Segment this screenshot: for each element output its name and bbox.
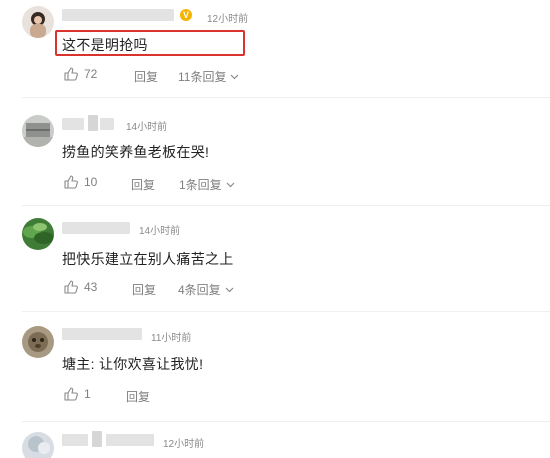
avatar[interactable] (22, 432, 54, 458)
reply-button[interactable]: 回复 (132, 281, 156, 298)
thumbs-up-icon (64, 67, 78, 81)
like-count: 1 (84, 387, 91, 401)
view-replies-button[interactable]: 11条回复 (178, 68, 239, 85)
username-redacted[interactable] (100, 118, 114, 130)
username-redacted[interactable] (62, 434, 88, 446)
reply-button[interactable]: 回复 (126, 388, 150, 405)
username-redacted[interactable] (92, 431, 102, 447)
reply-count: 11条回复 (178, 70, 227, 84)
comment-text: 捞鱼的笑养鱼老板在哭! (62, 144, 210, 160)
avatar[interactable] (22, 115, 54, 147)
username-redacted[interactable] (62, 118, 84, 130)
like-count: 43 (84, 280, 98, 294)
like-count: 10 (84, 175, 98, 189)
username-redacted[interactable] (62, 9, 174, 21)
reply-count: 4条回复 (178, 283, 221, 297)
like-button[interactable]: 10 (64, 175, 97, 189)
reply-button[interactable]: 回复 (134, 68, 158, 85)
comment-item: 11小时前 塘主: 让你欢喜让我忧! 1 回复 (0, 312, 550, 422)
chevron-down-icon (226, 182, 235, 187)
comment-item: 14小时前 把快乐建立在别人痛苦之上 43 回复 4条回复 (0, 206, 550, 312)
chevron-down-icon (225, 287, 234, 292)
comment-time: 14小时前 (126, 122, 168, 133)
comment-actions: 10 回复 1条回复 (64, 175, 364, 193)
thumbs-up-icon (64, 175, 78, 189)
comment-item: 12小时前 (0, 422, 550, 458)
view-replies-button[interactable]: 1条回复 (179, 176, 235, 193)
like-button[interactable]: 1 (64, 387, 91, 401)
comment-actions: 1 回复 (64, 387, 364, 405)
comment-text: 这不是明抢吗 (62, 37, 148, 53)
comment-actions: 72 回复 11条回复 (64, 67, 364, 85)
comment-time: 14小时前 (139, 226, 181, 237)
username-redacted[interactable] (62, 222, 130, 234)
comment-text: 塘主: 让你欢喜让我忧! (62, 356, 204, 372)
reply-count: 1条回复 (179, 178, 222, 192)
username-redacted[interactable] (88, 115, 98, 131)
username-redacted[interactable] (62, 328, 142, 340)
avatar[interactable] (22, 218, 54, 250)
username-redacted[interactable] (106, 434, 154, 446)
thumbs-up-icon (64, 280, 78, 294)
comment-text: 把快乐建立在别人痛苦之上 (62, 251, 234, 267)
avatar[interactable] (22, 326, 54, 358)
avatar[interactable] (22, 6, 54, 38)
like-button[interactable]: 72 (64, 67, 97, 81)
verified-badge-icon: V (180, 9, 192, 21)
comment-item: 14小时前 捞鱼的笑养鱼老板在哭! 10 回复 1条回复 (0, 98, 550, 206)
comment-actions: 43 回复 4条回复 (64, 280, 364, 298)
view-replies-button[interactable]: 4条回复 (178, 281, 234, 298)
like-count: 72 (84, 67, 98, 81)
comment-item: V 12小时前 这不是明抢吗 72 回复 11条回复 (0, 0, 550, 98)
thumbs-up-icon (64, 387, 78, 401)
comment-time: 12小时前 (163, 439, 205, 450)
comment-time: 11小时前 (151, 333, 192, 344)
like-button[interactable]: 43 (64, 280, 97, 294)
chevron-down-icon (231, 74, 239, 79)
reply-button[interactable]: 回复 (131, 176, 155, 193)
comment-time: 12小时前 (207, 14, 249, 25)
